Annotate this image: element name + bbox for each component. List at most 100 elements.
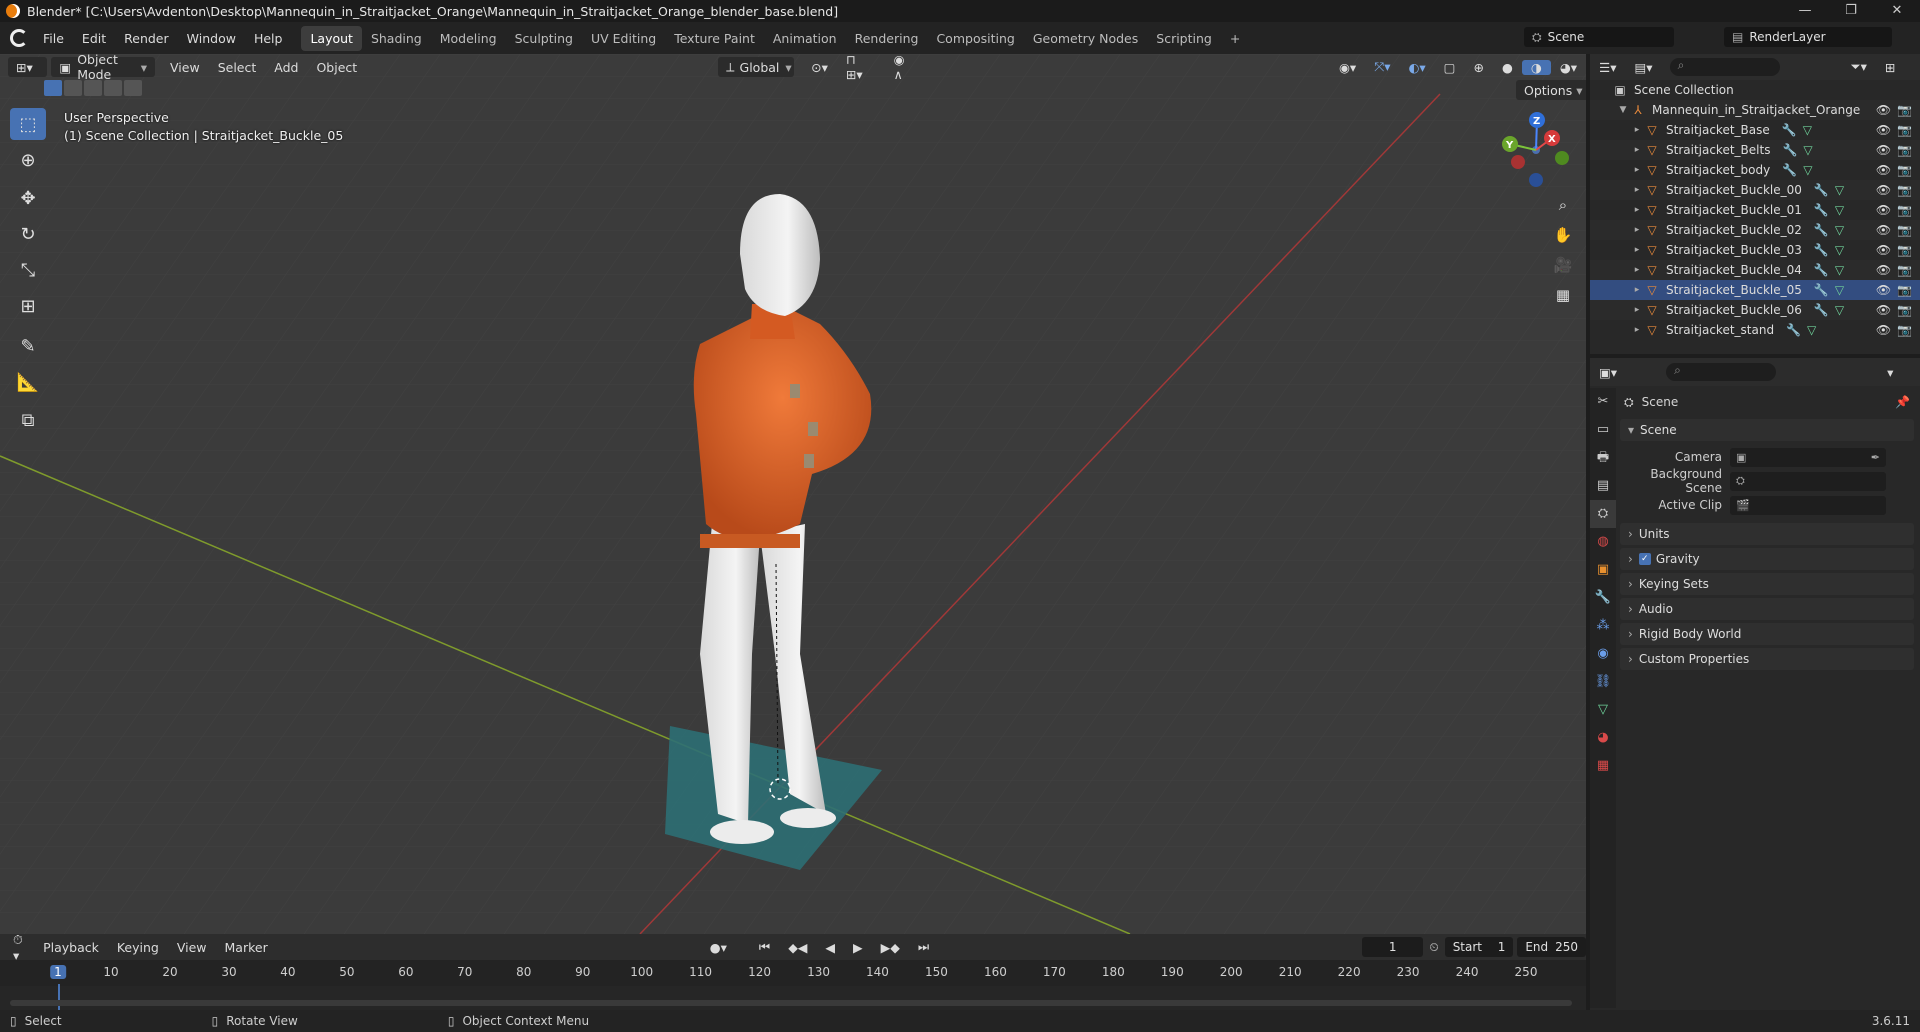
- blender-menu-icon[interactable]: [10, 29, 28, 47]
- active-clip-field[interactable]: 🎬: [1730, 495, 1886, 515]
- mesh-data-icon[interactable]: ▽: [1835, 183, 1844, 197]
- outliner-object-row[interactable]: ▸ ▽ Straitjacket_body 🔧 ▽ 👁 📷: [1590, 160, 1920, 180]
- annotate-tool[interactable]: ✎: [10, 330, 46, 362]
- render-camera-icon[interactable]: 📷: [1897, 303, 1912, 317]
- menu-file[interactable]: File: [34, 31, 73, 46]
- keying-sets-panel-header[interactable]: › Keying Sets: [1620, 573, 1914, 595]
- tab-rendering[interactable]: Rendering: [846, 26, 928, 51]
- outliner-object-row[interactable]: ▸ ▽ Straitjacket_Belts 🔧 ▽ 👁 📷: [1590, 140, 1920, 160]
- outliner-search-input[interactable]: ⌕: [1669, 58, 1780, 76]
- modifier-icon[interactable]: 🔧: [1814, 263, 1829, 277]
- custom-properties-panel-header[interactable]: › Custom Properties: [1620, 648, 1914, 670]
- tab-uv-editing[interactable]: UV Editing: [582, 26, 665, 51]
- expand-icon[interactable]: ▸: [1630, 225, 1644, 235]
- start-frame-field[interactable]: Start 1: [1444, 937, 1514, 957]
- mannequin-foot-left[interactable]: [710, 820, 774, 844]
- expand-icon[interactable]: ▸: [1630, 325, 1644, 335]
- tab-layout[interactable]: Layout: [301, 25, 362, 51]
- jump-start-icon[interactable]: ⏮: [750, 939, 779, 955]
- options-button[interactable]: Options ▾: [1516, 80, 1586, 100]
- output-tab-icon[interactable]: 🖶: [1590, 444, 1616, 472]
- render-camera-icon[interactable]: 📷: [1897, 263, 1912, 277]
- modifier-icon[interactable]: 🔧: [1814, 243, 1829, 257]
- modifier-icon[interactable]: 🔧: [1786, 323, 1801, 337]
- render-camera-icon[interactable]: 📷: [1897, 283, 1912, 297]
- expand-icon[interactable]: ▸: [1630, 305, 1644, 315]
- end-frame-field[interactable]: End 250: [1517, 937, 1586, 957]
- menu-edit[interactable]: Edit: [73, 31, 115, 46]
- select-new-icon[interactable]: [44, 80, 62, 96]
- editor-type-button[interactable]: ⊞▾: [8, 57, 48, 77]
- modifier-icon[interactable]: 🔧: [1782, 143, 1797, 157]
- modifier-icon[interactable]: 🔧: [1782, 163, 1797, 177]
- menu-view[interactable]: View: [161, 60, 209, 75]
- add-cube-tool[interactable]: ⧉: [10, 404, 46, 436]
- mesh-data-icon[interactable]: ▽: [1803, 123, 1812, 137]
- shading-material-icon[interactable]: ◑: [1521, 59, 1551, 75]
- measure-tool[interactable]: 📐: [10, 366, 46, 398]
- menu-marker[interactable]: Marker: [216, 940, 277, 955]
- outliner-object-row[interactable]: ▸ ▽ Straitjacket_Buckle_06 🔧 ▽ 👁 📷: [1590, 300, 1920, 320]
- 3d-viewport[interactable]: Z X Y ⊞▾ ▣ Object Mode ▾ View Select Add…: [0, 54, 1586, 934]
- autokey-icon[interactable]: ●▾: [701, 940, 736, 955]
- mesh-data-icon[interactable]: ▽: [1835, 203, 1844, 217]
- outliner-collection-row[interactable]: ▼ ⅄ Mannequin_in_Straitjacket_Orange 👁 📷: [1590, 100, 1920, 120]
- rotate-tool[interactable]: ↻: [10, 218, 46, 250]
- buckle-icon[interactable]: [790, 384, 800, 398]
- buckle-icon[interactable]: [808, 422, 818, 436]
- overlay-toggle-icon[interactable]: ◐▾: [1399, 60, 1434, 75]
- proportional-edit-icon[interactable]: ◉ ∧: [885, 54, 926, 82]
- outliner-object-row[interactable]: ▸ ▽ Straitjacket_Buckle_00 🔧 ▽ 👁 📷: [1590, 180, 1920, 200]
- mesh-data-icon[interactable]: ▽: [1803, 143, 1812, 157]
- render-camera-icon[interactable]: 📷: [1897, 323, 1912, 337]
- units-panel-header[interactable]: › Units: [1620, 523, 1914, 545]
- visibility-eye-icon[interactable]: 👁: [1876, 263, 1891, 277]
- render-camera-icon[interactable]: 📷: [1897, 243, 1912, 257]
- modifier-icon[interactable]: 🔧: [1814, 303, 1829, 317]
- display-mode-icon[interactable]: ▤▾: [1625, 60, 1661, 75]
- scene-selector[interactable]: ⛭ Scene: [1524, 27, 1674, 47]
- expand-icon[interactable]: ▸: [1630, 265, 1644, 275]
- visibility-eye-icon[interactable]: 👁: [1876, 283, 1891, 297]
- menu-object[interactable]: Object: [307, 60, 366, 75]
- tab-sculpting[interactable]: Sculpting: [506, 26, 582, 51]
- visibility-eye-icon[interactable]: 👁: [1876, 103, 1891, 117]
- mannequin-head[interactable]: [740, 194, 820, 316]
- material-tab-icon[interactable]: ◕: [1590, 724, 1616, 752]
- modifier-icon[interactable]: 🔧: [1814, 203, 1829, 217]
- object-tab-icon[interactable]: ▣: [1590, 556, 1616, 584]
- jump-end-icon[interactable]: ⏭: [909, 939, 938, 955]
- stopwatch-icon[interactable]: ⏲: [1429, 940, 1438, 955]
- scene-tab-icon[interactable]: ⛭: [1590, 500, 1616, 528]
- visibility-icon[interactable]: ◉▾: [1330, 60, 1365, 75]
- render-camera-icon[interactable]: 📷: [1897, 203, 1912, 217]
- new-collection-icon[interactable]: ⊞: [1876, 60, 1904, 75]
- modifier-tab-icon[interactable]: 🔧: [1590, 584, 1616, 612]
- pivot-point-icon[interactable]: ⊙▾: [802, 60, 837, 75]
- timeline-editor-type-icon[interactable]: ⏱▾: [4, 932, 34, 963]
- visibility-eye-icon[interactable]: 👁: [1876, 243, 1891, 257]
- expand-icon[interactable]: ▸: [1630, 145, 1644, 155]
- menu-help[interactable]: Help: [245, 31, 292, 46]
- visibility-eye-icon[interactable]: 👁: [1876, 143, 1891, 157]
- current-frame-field[interactable]: 1: [1362, 937, 1424, 957]
- select-subtract-icon[interactable]: [84, 80, 102, 96]
- gravity-panel-header[interactable]: › ✓ Gravity: [1620, 548, 1914, 570]
- view-layer-selector[interactable]: ▤ RenderLayer: [1724, 27, 1892, 47]
- outliner-object-row[interactable]: ▸ ▽ Straitjacket_Buckle_02 🔧 ▽ 👁 📷: [1590, 220, 1920, 240]
- render-tab-icon[interactable]: ▭: [1590, 416, 1616, 444]
- viewport-scene[interactable]: Z X Y: [0, 54, 1586, 934]
- straitjacket-belt[interactable]: [700, 534, 800, 548]
- render-camera-icon[interactable]: 📷: [1897, 223, 1912, 237]
- render-camera-icon[interactable]: 📷: [1897, 183, 1912, 197]
- view-layer-tab-icon[interactable]: ▤: [1590, 472, 1616, 500]
- world-tab-icon[interactable]: ◍: [1590, 528, 1616, 556]
- visibility-eye-icon[interactable]: 👁: [1876, 323, 1891, 337]
- tool-tab-icon[interactable]: ✂: [1590, 388, 1616, 416]
- constraints-tab-icon[interactable]: ⛓: [1590, 668, 1616, 696]
- transform-tool[interactable]: ⊞: [10, 290, 46, 322]
- tab-compositing[interactable]: Compositing: [927, 26, 1023, 51]
- particles-tab-icon[interactable]: ⁂: [1590, 612, 1616, 640]
- outliner-object-row[interactable]: ▸ ▽ Straitjacket_Base 🔧 ▽ 👁 📷: [1590, 120, 1920, 140]
- menu-playback[interactable]: Playback: [34, 940, 108, 955]
